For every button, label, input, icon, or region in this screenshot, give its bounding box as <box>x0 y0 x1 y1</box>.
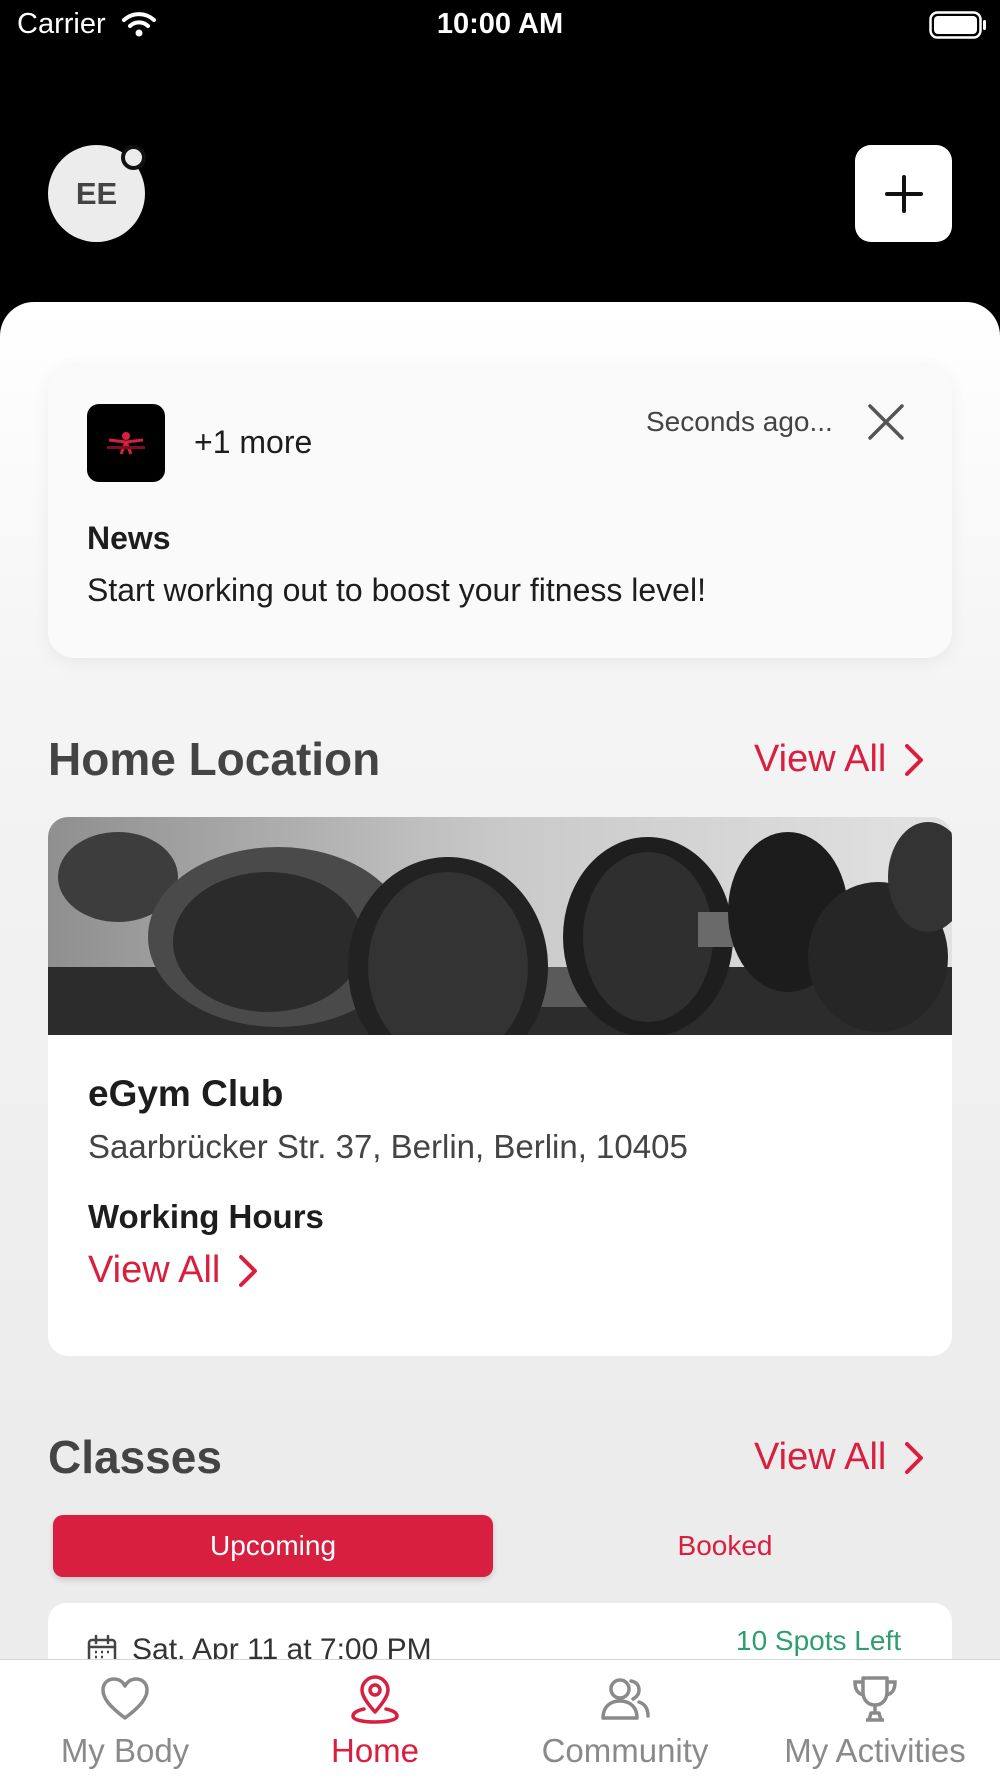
tab-home[interactable]: Home <box>250 1660 500 1778</box>
news-card[interactable]: +1 more Seconds ago... News Start workin… <box>48 366 952 658</box>
heart-icon <box>101 1677 149 1720</box>
classes-view-all[interactable]: View All <box>754 1436 924 1479</box>
chevron-right-icon <box>905 743 924 776</box>
home-location-title: Home Location <box>48 733 381 785</box>
status-time: 10:00 AM <box>436 8 564 40</box>
news-body: Start working out to boost your fitness … <box>87 572 706 608</box>
home-location-view-all[interactable]: View All <box>754 738 924 781</box>
working-hours-label: Working Hours <box>88 1198 324 1235</box>
tab-label: Community <box>541 1732 709 1769</box>
home-location-card[interactable]: eGym Club Saarbrücker Str. 37, Berlin, B… <box>48 817 952 1356</box>
plus-icon <box>884 174 923 213</box>
tab-label: Upcoming <box>209 1530 337 1561</box>
community-icon <box>601 1678 650 1720</box>
club-name: eGym Club <box>88 1073 284 1114</box>
tab-community[interactable]: Community <box>500 1660 750 1778</box>
close-icon[interactable] <box>866 402 906 442</box>
tab-label: My Body <box>60 1732 190 1769</box>
chevron-right-icon <box>239 1254 258 1287</box>
tab-label: Home <box>330 1732 420 1769</box>
news-more-count: +1 more <box>194 424 313 460</box>
home-content[interactable]: +1 more Seconds ago... News Start workin… <box>0 302 1000 1778</box>
working-hours-view-all[interactable]: View All <box>88 1249 258 1292</box>
view-all-label: View All <box>88 1249 221 1291</box>
tab-label: My Activities <box>784 1732 966 1769</box>
tab-my-body[interactable]: My Body <box>0 1660 250 1778</box>
status-bar: Carrier 10:00 AM <box>0 0 1000 52</box>
class-spots-left: 10 Spots Left <box>736 1625 902 1656</box>
news-timestamp: Seconds ago... <box>646 406 833 437</box>
avatar-initials: EE <box>75 175 118 211</box>
tab-label: Booked <box>677 1530 773 1561</box>
home-pin-icon <box>351 1675 399 1724</box>
battery-icon <box>929 11 986 39</box>
trophy-icon <box>853 1676 897 1722</box>
notification-dot <box>121 145 146 170</box>
tab-upcoming[interactable]: Upcoming <box>53 1515 493 1577</box>
view-all-label: View All <box>754 738 887 780</box>
tab-my-activities[interactable]: My Activities <box>750 1660 1000 1778</box>
gym-dumbbells-image <box>48 817 952 1035</box>
gym-logo <box>87 404 165 482</box>
add-button[interactable] <box>855 145 952 242</box>
chevron-right-icon <box>905 1441 924 1474</box>
view-all-label: View All <box>754 1436 887 1478</box>
club-address: Saarbrücker Str. 37, Berlin, Berlin, 104… <box>88 1128 688 1165</box>
bottom-tab-bar: My Body Home Community My Activities <box>0 1659 1000 1778</box>
news-heading: News <box>87 520 171 556</box>
classes-title: Classes <box>48 1431 222 1483</box>
tab-booked[interactable]: Booked <box>505 1515 945 1577</box>
